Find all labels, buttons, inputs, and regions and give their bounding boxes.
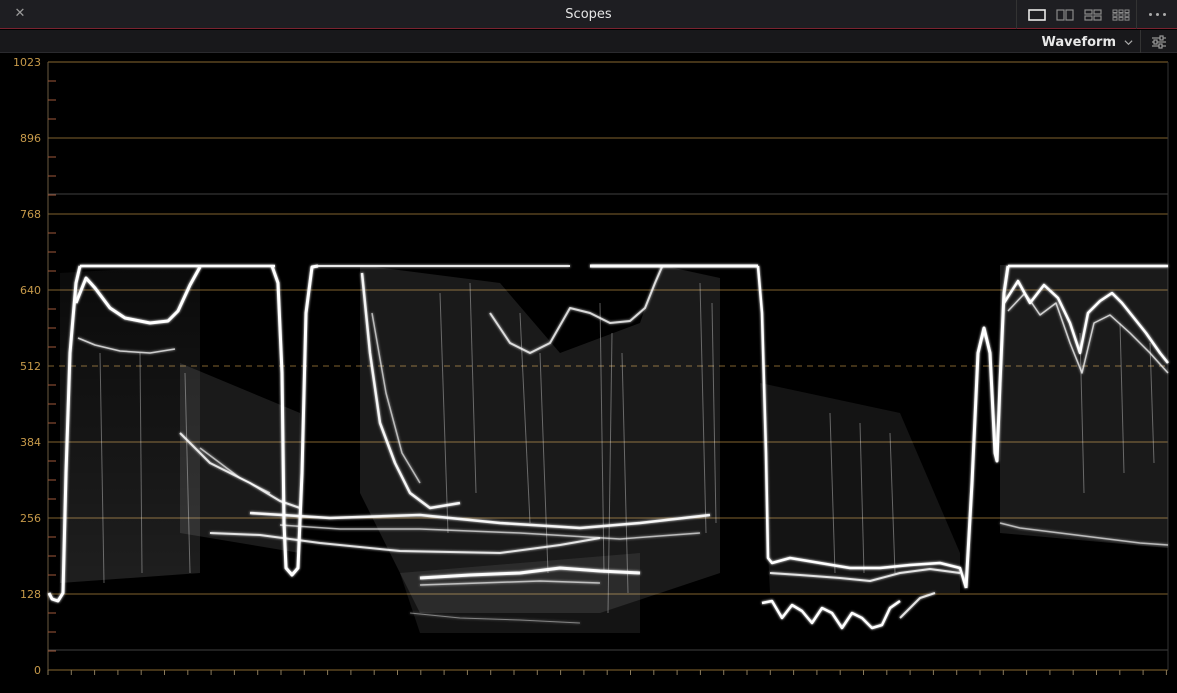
waveform-scope: 1023 896 768 640 512 384 256 128 0 xyxy=(0,53,1177,693)
y-label-768: 768 xyxy=(20,208,41,221)
layout-single-button[interactable] xyxy=(1023,0,1051,29)
layout-quad-button[interactable] xyxy=(1079,0,1107,29)
y-label-512: 512 xyxy=(20,360,41,373)
window-title: Scopes xyxy=(565,7,612,22)
layout-grid-icon xyxy=(1112,9,1130,21)
layout-quad-icon xyxy=(1084,8,1102,21)
scope-settings-button[interactable] xyxy=(1140,30,1177,53)
y-label-384: 384 xyxy=(20,436,41,449)
sliders-icon xyxy=(1152,34,1166,49)
y-label-256: 256 xyxy=(20,512,41,525)
scope-type-dropdown[interactable]: Waveform xyxy=(1042,32,1133,52)
y-label-1023: 1023 xyxy=(13,56,41,69)
layout-selector xyxy=(1016,0,1135,29)
layout-single-icon xyxy=(1028,8,1046,21)
y-label-128: 128 xyxy=(20,588,41,601)
dot xyxy=(1155,13,1159,16)
dot xyxy=(1162,13,1166,16)
title-bar: ✕ Scopes xyxy=(0,0,1177,29)
more-options-button[interactable] xyxy=(1136,0,1177,29)
y-label-0: 0 xyxy=(34,664,41,677)
x-axis-ticks xyxy=(47,670,1167,675)
layout-dual-button[interactable] xyxy=(1051,0,1079,29)
dot xyxy=(1148,13,1152,16)
scopes-window: ✕ Scopes Waveform 1023 896 768 640 512 3… xyxy=(0,0,1177,693)
y-label-896: 896 xyxy=(20,132,41,145)
waveform-graph: 1023 896 768 640 512 384 256 128 0 xyxy=(13,56,1169,677)
y-axis-labels: 1023 896 768 640 512 384 256 128 0 xyxy=(13,56,41,677)
y-label-640: 640 xyxy=(20,284,41,297)
layout-grid-button[interactable] xyxy=(1107,0,1135,29)
scope-toolbar: Waveform xyxy=(0,30,1177,53)
scope-type-label: Waveform xyxy=(1041,34,1116,50)
waveform-trace xyxy=(47,264,1169,633)
chevron-down-icon xyxy=(1124,39,1133,45)
layout-dual-icon xyxy=(1056,8,1074,21)
